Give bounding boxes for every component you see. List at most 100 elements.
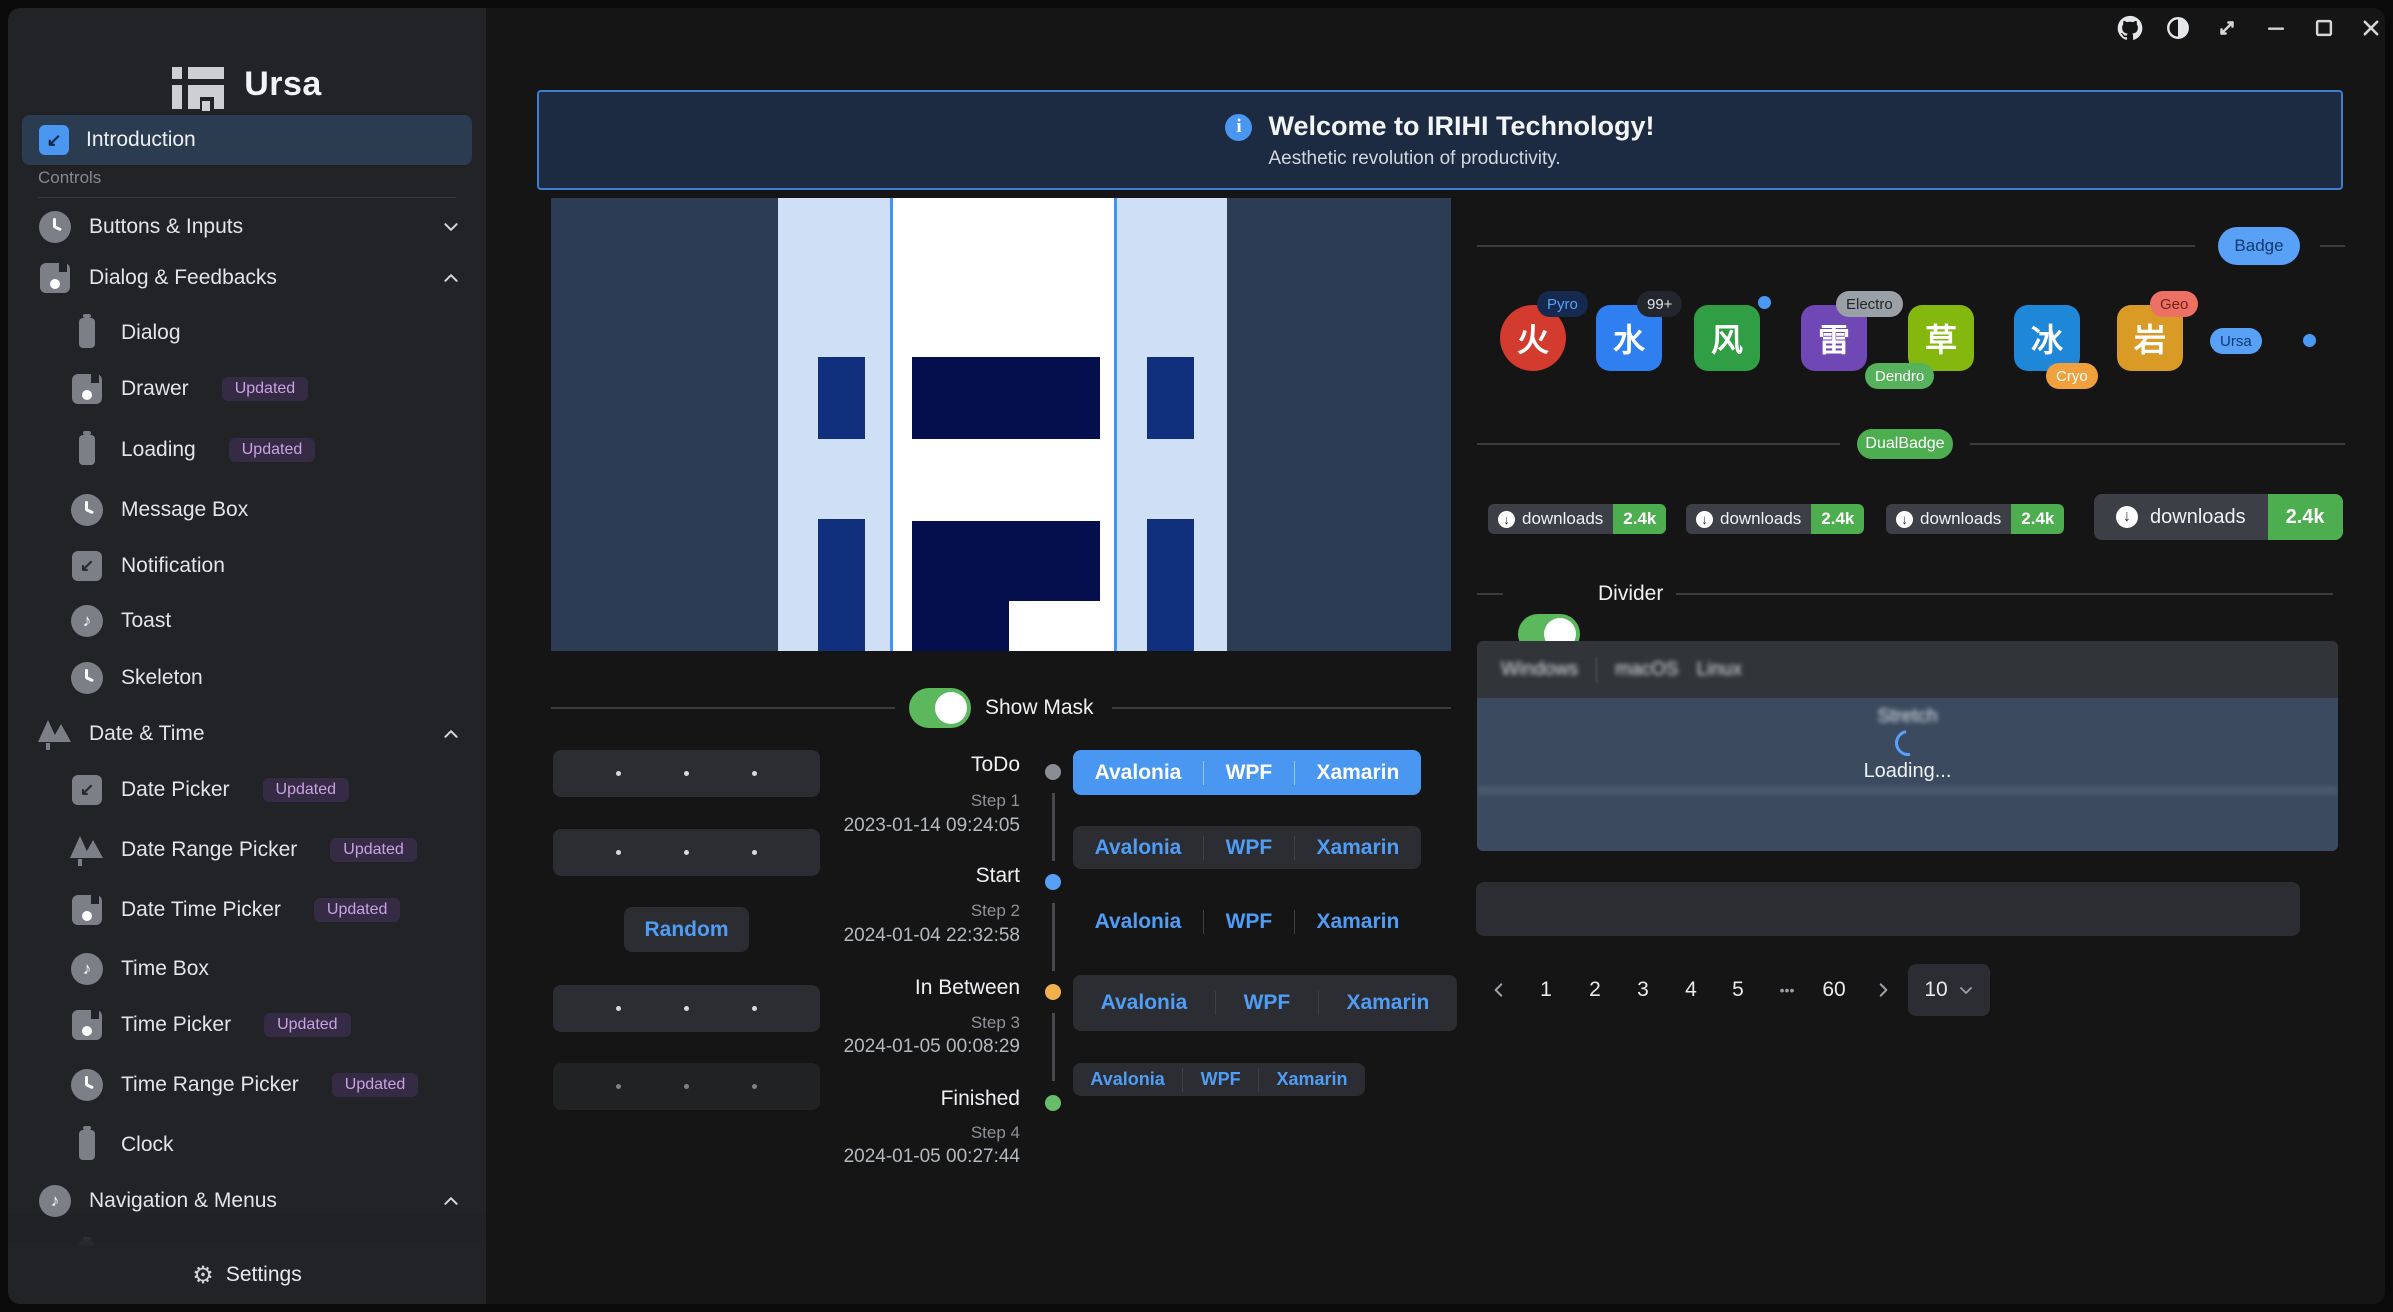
mask-edge-line <box>890 198 893 651</box>
tab-macos[interactable]: macOS <box>1615 659 1678 681</box>
sidebar-item-date-picker[interactable]: ↙ Date Picker Updated <box>8 766 486 814</box>
avalonia-button[interactable]: Avalonia <box>1085 761 1192 785</box>
divider-line <box>1477 443 1840 445</box>
floppy-icon <box>70 1008 104 1042</box>
chevron-down-icon[interactable] <box>442 218 460 236</box>
sidebar-item-introduction[interactable]: ↙ Introduction <box>22 115 472 165</box>
chevron-left-icon <box>1490 981 1508 999</box>
sidebar-item-dialog[interactable]: Dialog <box>8 309 486 357</box>
updated-badge: Updated <box>263 778 350 802</box>
theme-toggle-button[interactable] <box>2163 14 2193 42</box>
sidebar-item-notification[interactable]: ↙ Notification <box>8 542 486 590</box>
pagination-page-2[interactable]: 2 <box>1577 964 1613 1016</box>
page-size-select[interactable]: 10 <box>1908 964 1990 1016</box>
maximize-icon <box>2313 17 2335 39</box>
button-group-ghost: Avalonia WPF Xamarin <box>1073 900 1421 944</box>
wpf-button[interactable]: WPF <box>1191 1069 1251 1090</box>
maximize-button[interactable] <box>2309 14 2339 42</box>
tab-linux[interactable]: Linux <box>1696 659 1741 681</box>
xamarin-button[interactable]: Xamarin <box>1266 1069 1357 1090</box>
pagination-next-button[interactable] <box>1865 964 1901 1016</box>
pagination-prev-button[interactable] <box>1481 964 1517 1016</box>
cryo-icon: 冰 <box>2014 305 2080 371</box>
settings-button[interactable]: ⚙ Settings <box>8 1246 486 1304</box>
sidebar-item-toast[interactable]: ♪ Toast <box>8 597 486 645</box>
battery-icon <box>70 1128 104 1162</box>
sidebar-item-date-time-picker[interactable]: Date Time Picker Updated <box>8 886 486 934</box>
downloads-badge: ↓downloads 2.4k <box>1488 504 1666 534</box>
app-title: Ursa <box>244 65 322 104</box>
geo-badge: Geo <box>2150 291 2198 317</box>
pagination-page-3[interactable]: 3 <box>1625 964 1661 1016</box>
updated-badge: Updated <box>330 838 417 862</box>
avalonia-button[interactable]: Avalonia <box>1085 836 1192 860</box>
xamarin-button[interactable]: Xamarin <box>1306 761 1409 785</box>
sidebar-section-controls: Controls <box>38 168 456 198</box>
sidebar-item-loading[interactable]: Loading Updated <box>8 426 486 474</box>
timeline-step-time: 2023-01-14 09:24:05 <box>700 815 1020 837</box>
avalonia-button[interactable]: Avalonia <box>1080 1069 1174 1090</box>
timeline-connector <box>1052 1013 1055 1081</box>
pagination-page-1[interactable]: 1 <box>1528 964 1564 1016</box>
wpf-button[interactable]: WPF <box>1216 836 1283 860</box>
xamarin-button[interactable]: Xamarin <box>1306 910 1409 934</box>
floppy-icon <box>70 893 104 927</box>
app-logo-row: Ursa <box>8 54 486 114</box>
close-button[interactable] <box>2356 14 2386 42</box>
sidebar-item-buttons-inputs[interactable]: Buttons & Inputs <box>8 203 486 251</box>
minimize-button[interactable] <box>2261 14 2291 42</box>
chevron-up-icon[interactable] <box>442 269 460 287</box>
sidebar-item-date-time[interactable]: Date & Time <box>8 710 486 758</box>
clock-icon <box>70 493 104 527</box>
sidebar-item-message-box[interactable]: Message Box <box>8 486 486 534</box>
chevron-up-icon[interactable] <box>442 1192 460 1210</box>
mask-edge-line <box>1114 198 1117 651</box>
pagination-page-60[interactable]: 60 <box>1816 964 1852 1016</box>
timeline-step-label: Step 3 <box>700 1013 1020 1033</box>
avalonia-button[interactable]: Avalonia <box>1085 910 1192 934</box>
tab-windows[interactable]: Windows <box>1501 659 1578 681</box>
wpf-button[interactable]: WPF <box>1216 910 1283 934</box>
clock-icon <box>70 1068 104 1102</box>
sidebar-item-time-range-picker[interactable]: Time Range Picker Updated <box>8 1061 486 1109</box>
cryo-badge: Cryo <box>2046 363 2098 389</box>
sidebar-item-clock[interactable]: Clock <box>8 1121 486 1169</box>
timeline-step-title: In Between <box>700 976 1020 1000</box>
pagination-page-4[interactable]: 4 <box>1673 964 1709 1016</box>
updated-badge: Updated <box>332 1073 419 1097</box>
sidebar-item-navigation-menus[interactable]: ♪ Navigation & Menus <box>8 1177 486 1225</box>
xamarin-button[interactable]: Xamarin <box>1306 836 1409 860</box>
wpf-button[interactable]: WPF <box>1234 991 1301 1015</box>
avalonia-button[interactable]: Avalonia <box>1091 991 1198 1015</box>
pyro-badge: Pyro <box>1537 291 1588 317</box>
timeline-step-title: Start <box>700 864 1020 888</box>
button-group-large: Avalonia WPF Xamarin <box>1073 975 1457 1031</box>
github-button[interactable] <box>2115 14 2145 42</box>
sidebar-item-skeleton[interactable]: Skeleton <box>8 654 486 702</box>
arrow-icon: ↙ <box>70 549 104 583</box>
pagination-page-5[interactable]: 5 <box>1720 964 1756 1016</box>
minimize-icon <box>2265 17 2287 39</box>
loading-label: Loading... <box>1477 760 2338 783</box>
badge-section-label: Badge <box>2218 227 2300 265</box>
downloads-badge: ↓downloads 2.4k <box>1886 504 2064 534</box>
timeline-dot-todo <box>1045 764 1061 780</box>
loading-demo-panel: Windows macOS Linux Stretch Loading... <box>1477 641 2338 851</box>
show-mask-toggle[interactable] <box>909 688 971 728</box>
empty-input-panel[interactable] <box>1476 882 2300 936</box>
fullscreen-button[interactable] <box>2212 14 2242 42</box>
sidebar-item-time-picker[interactable]: Time Picker Updated <box>8 1001 486 1049</box>
chevron-up-icon[interactable] <box>442 725 460 743</box>
downloads-badge-large: ↓downloads 2.4k <box>2094 494 2343 540</box>
music-note-icon: ♪ <box>70 604 104 638</box>
sidebar-item-drawer[interactable]: Drawer Updated <box>8 365 486 413</box>
divider-line <box>1676 593 2333 595</box>
sidebar-item-date-range-picker[interactable]: Date Range Picker Updated <box>8 826 486 874</box>
info-icon: i <box>1225 114 1252 141</box>
wpf-button[interactable]: WPF <box>1216 761 1283 785</box>
sidebar-item-time-box[interactable]: ♪ Time Box <box>8 945 486 993</box>
clock-icon <box>70 661 104 695</box>
xamarin-button[interactable]: Xamarin <box>1336 991 1439 1015</box>
timeline-connector <box>1052 903 1055 971</box>
sidebar-item-dialog-feedbacks[interactable]: Dialog & Feedbacks <box>8 254 486 302</box>
